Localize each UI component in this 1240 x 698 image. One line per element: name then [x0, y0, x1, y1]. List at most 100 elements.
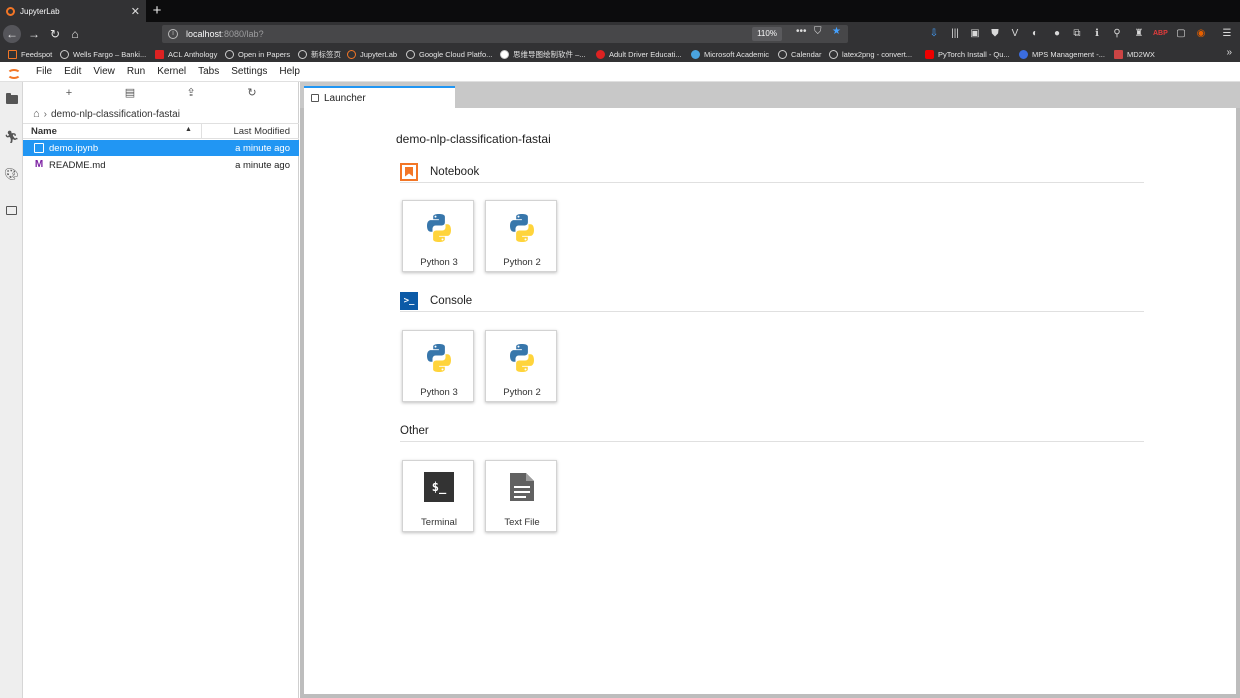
- bookmark-item[interactable]: PyTorch Install - Qu...: [925, 48, 1010, 60]
- adblock-icon[interactable]: ABP: [1153, 27, 1168, 41]
- extension-info-icon[interactable]: ℹ: [1090, 27, 1104, 41]
- sidebar-icon[interactable]: ▣: [968, 27, 982, 41]
- sort-ascending-icon[interactable]: ▲: [185, 126, 192, 133]
- bookmark-item[interactable]: Calendar: [778, 48, 821, 60]
- card-label: Text File: [504, 517, 540, 528]
- text-file-card[interactable]: Text File: [485, 460, 557, 532]
- menu-file[interactable]: File: [30, 66, 58, 77]
- refresh-icon[interactable]: ↻: [244, 86, 260, 100]
- file-row-readme-md[interactable]: M README.md a minute ago: [23, 157, 299, 173]
- bookmark-item[interactable]: MD2WX: [1114, 48, 1155, 60]
- file-browser-folder-icon[interactable]: [3, 92, 20, 109]
- file-browser-panel: + ▤ ⇪ ↻ ⌂ › demo-nlp-classification-fast…: [23, 82, 299, 698]
- open-tabs-icon[interactable]: [3, 203, 20, 220]
- bookmark-item[interactable]: 新标签页: [298, 48, 341, 60]
- back-arrow-icon[interactable]: ←: [3, 25, 21, 43]
- acl-icon: [155, 49, 164, 59]
- browser-tab-jupyterlab[interactable]: JupyterLab ✕: [0, 0, 146, 22]
- column-header-name[interactable]: Name: [31, 126, 57, 137]
- extension-v-icon[interactable]: V: [1008, 27, 1022, 41]
- extension-shield-icon[interactable]: ⛊: [988, 27, 1002, 41]
- bookmark-item[interactable]: Wells Fargo – Banki...: [60, 48, 146, 60]
- file-name: demo.ipynb: [49, 142, 99, 154]
- youtube-icon: [925, 49, 934, 59]
- markdown-file-icon: M: [34, 159, 44, 170]
- library-icon[interactable]: |||: [948, 27, 962, 41]
- console-python3-card[interactable]: Python 3: [402, 330, 474, 402]
- hamburger-menu-icon[interactable]: ☰: [1220, 27, 1234, 41]
- bookmarks-overflow-icon[interactable]: »: [1226, 47, 1232, 58]
- breadcrumb-folder[interactable]: demo-nlp-classification-fastai: [51, 109, 180, 120]
- microsoft-academic-icon: [691, 49, 700, 59]
- section-console: >_ Console: [400, 290, 1144, 312]
- site-info-icon[interactable]: i: [168, 29, 178, 39]
- bookmark-item[interactable]: 思维导图绘制软件 –...: [500, 48, 586, 60]
- url-path: :8080/lab?: [221, 29, 264, 39]
- jupyter-logo-icon: [6, 65, 21, 79]
- zoom-level-badge[interactable]: 110%: [752, 27, 782, 41]
- bookmark-star-icon[interactable]: ★: [832, 26, 841, 37]
- menu-tabs[interactable]: Tabs: [192, 66, 225, 77]
- bookmark-item[interactable]: Open in Papers: [225, 48, 290, 60]
- bookmark-item[interactable]: MPS Management -...: [1019, 48, 1105, 60]
- notebook-python3-card[interactable]: Python 3: [402, 200, 474, 272]
- notebook-python2-card[interactable]: Python 2: [485, 200, 557, 272]
- menu-run[interactable]: Run: [121, 66, 151, 77]
- close-tab-icon[interactable]: ✕: [131, 5, 140, 18]
- bookmark-item[interactable]: Feedspot: [8, 48, 52, 60]
- bookmark-item[interactable]: ACL Anthology: [155, 48, 217, 60]
- url-bar[interactable]: i localhost:8080/lab? 110% ••• ⛉ ★: [162, 25, 848, 43]
- new-launcher-button[interactable]: +: [61, 86, 77, 100]
- console-python2-card[interactable]: Python 2: [485, 330, 557, 402]
- terminal-card[interactable]: $_ Terminal: [402, 460, 474, 532]
- page-actions-icon[interactable]: •••: [796, 26, 807, 37]
- tab-launcher[interactable]: Launcher: [304, 86, 455, 108]
- card-label: Python 3: [420, 387, 458, 398]
- tab-launcher-label: Launcher: [324, 92, 366, 104]
- file-row-demo-ipynb[interactable]: demo.ipynb a minute ago: [23, 140, 299, 156]
- new-folder-icon[interactable]: ▤: [122, 86, 138, 100]
- extension-orange-icon[interactable]: ◉: [1194, 27, 1208, 41]
- new-tab-button[interactable]: +: [149, 1, 165, 21]
- running-kernels-icon[interactable]: 🏃︎: [3, 129, 20, 146]
- bookmark-item[interactable]: Google Cloud Platfo...: [406, 48, 492, 60]
- section-console-title: Console: [430, 294, 473, 307]
- mindmap-icon: [500, 49, 509, 59]
- menu-view[interactable]: View: [87, 66, 121, 77]
- url-host: localhost: [186, 29, 222, 39]
- menu-settings[interactable]: Settings: [225, 66, 273, 77]
- extension-pin-icon[interactable]: ⚲: [1110, 27, 1124, 41]
- jupyterlab-menubar: File Edit View Run Kernel Tabs Settings …: [0, 62, 1240, 82]
- bookmark-item[interactable]: Adult Driver Educati...: [596, 48, 682, 60]
- forward-arrow-icon[interactable]: →: [25, 25, 43, 43]
- python-logo-icon: [510, 344, 534, 372]
- palette-icon[interactable]: 🎨︎: [3, 166, 20, 183]
- pocket-icon[interactable]: ⛉: [814, 26, 822, 37]
- python-logo-icon: [427, 344, 451, 372]
- menu-help[interactable]: Help: [273, 66, 306, 77]
- reload-icon[interactable]: ↻: [46, 25, 64, 43]
- home-icon[interactable]: ⌂: [66, 25, 84, 43]
- main-dock-area: Launcher demo-nlp-classification-fastai …: [300, 82, 1240, 698]
- menu-edit[interactable]: Edit: [58, 66, 87, 77]
- extension-dim-icon[interactable]: ▢: [1174, 27, 1188, 41]
- column-divider: [201, 124, 202, 139]
- extension-badge-icon[interactable]: ●: [1050, 27, 1064, 41]
- file-modified: a minute ago: [235, 159, 290, 171]
- extension-crop-icon[interactable]: ⧉: [1070, 27, 1084, 41]
- menu-kernel[interactable]: Kernel: [151, 66, 192, 77]
- file-modified: a minute ago: [235, 142, 290, 154]
- console-section-icon: >_: [400, 291, 418, 310]
- extension-hat-icon[interactable]: ♜: [1132, 27, 1146, 41]
- extension-circle-icon[interactable]: ◐: [1028, 27, 1042, 41]
- browser-navbar: ← → ↻ ⌂ i localhost:8080/lab? 110% ••• ⛉…: [0, 22, 1240, 46]
- section-notebook-title: Notebook: [430, 165, 480, 178]
- md2wx-icon: [1114, 49, 1123, 59]
- bookmark-item[interactable]: JupyterLab: [347, 48, 397, 60]
- bookmark-item[interactable]: Microsoft Academic: [691, 48, 769, 60]
- downloads-icon[interactable]: ⇩: [927, 27, 941, 41]
- column-header-last-modified[interactable]: Last Modified: [233, 126, 290, 137]
- upload-icon[interactable]: ⇪: [183, 86, 199, 100]
- home-icon[interactable]: ⌂: [33, 108, 40, 120]
- bookmark-item[interactable]: latex2png - convert...: [829, 48, 912, 60]
